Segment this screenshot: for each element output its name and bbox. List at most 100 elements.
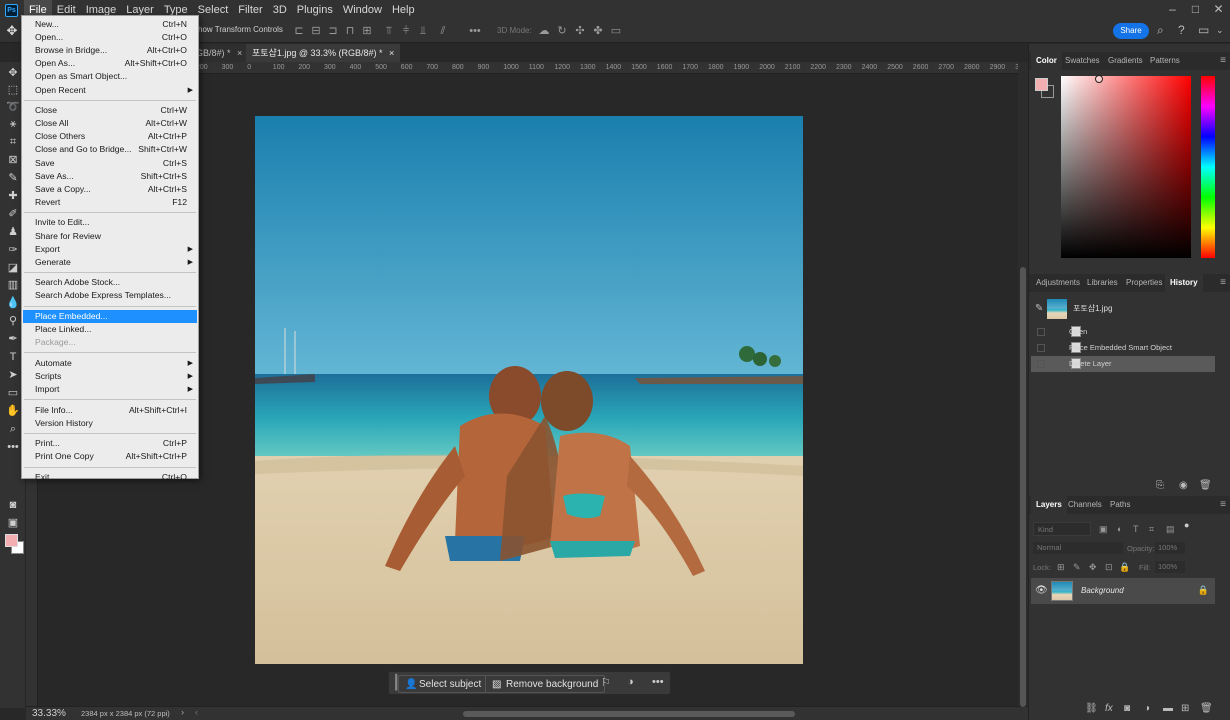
file-menu-item-version-history[interactable]: Version History <box>23 417 197 430</box>
file-menu-item-print[interactable]: Print... Ctrl+P <box>23 437 197 450</box>
pen-tool-icon[interactable]: ✒ <box>6 332 20 346</box>
file-menu-item-open-as-smart-object[interactable]: Open as Smart Object... <box>23 70 197 83</box>
search-icon[interactable]: ⌕ <box>1157 23 1164 38</box>
tab-close-icon[interactable]: × <box>237 48 242 58</box>
distribute-bottom-icon[interactable]: ⫫ <box>417 25 429 37</box>
tab-document-2[interactable]: 포토샵1.jpg @ 33.3% (RGB/8#) * × <box>246 44 401 62</box>
file-menu-item-invite-to-edit[interactable]: Invite to Edit... <box>23 216 197 229</box>
workspace-icon[interactable]: ▭ <box>1198 23 1209 37</box>
file-menu-item-exit[interactable]: Exit Ctrl+Q <box>23 471 197 484</box>
lock-transparent-icon[interactable]: ⊞ <box>1057 562 1065 573</box>
new-document-from-state-icon[interactable]: ⎘ <box>1156 480 1164 491</box>
move-tool-icon[interactable]: ✥ <box>6 66 20 80</box>
file-menu-item-place-embedded[interactable]: Place Embedded... <box>23 310 197 323</box>
maximize-button[interactable]: □ <box>1184 0 1207 20</box>
tab-properties[interactable]: Properties <box>1121 274 1167 292</box>
file-menu-item-automate[interactable]: Automate ▶ <box>23 357 197 370</box>
show-transform-controls-label[interactable]: how Transform Controls <box>198 25 283 34</box>
file-menu-item-scripts[interactable]: Scripts ▶ <box>23 370 197 383</box>
file-menu-item-close[interactable]: Close Ctrl+W <box>23 104 197 117</box>
pan-3d-icon[interactable]: ✣ <box>574 25 586 37</box>
file-menu-item-browse-in-bridge[interactable]: Browse in Bridge... Alt+Ctrl+O <box>23 44 197 57</box>
tab-patterns[interactable]: Patterns <box>1145 52 1185 70</box>
history-checkbox[interactable] <box>1037 344 1045 352</box>
adjustment-icon[interactable]: ◑ <box>627 676 634 688</box>
document-image[interactable] <box>255 116 803 664</box>
tab-libraries[interactable]: Libraries <box>1082 274 1123 292</box>
tab-adjustments[interactable]: Adjustments <box>1031 274 1085 292</box>
file-menu-item-close-others[interactable]: Close Others Alt+Ctrl+P <box>23 130 197 143</box>
help-icon[interactable]: ? <box>1178 23 1185 37</box>
zoom-level[interactable]: 33.33% <box>32 708 66 719</box>
marquee-tool-icon[interactable]: ⬚ <box>6 83 20 97</box>
file-menu-item-open-as[interactable]: Open As... Alt+Shift+Ctrl+O <box>23 57 197 70</box>
screen-mode-icon[interactable]: ▣ <box>6 516 20 530</box>
visibility-eye-icon[interactable]: 👁 <box>1035 585 1048 596</box>
roll-3d-icon[interactable]: ↻ <box>556 25 568 37</box>
distribute-middle-icon[interactable]: ⫩ <box>400 25 412 37</box>
more-options-icon[interactable]: ••• <box>652 676 664 688</box>
dodge-tool-icon[interactable]: ⚲ <box>6 314 20 328</box>
file-menu-item-file-info[interactable]: File Info... Alt+Shift+Ctrl+I <box>23 404 197 417</box>
file-menu-item-place-linked[interactable]: Place Linked... <box>23 323 197 336</box>
object-selection-tool-icon[interactable]: ⚹ <box>6 117 20 131</box>
align-center-icon[interactable]: ⊟ <box>310 25 322 37</box>
file-menu-item-search-adobe-express-templates[interactable]: Search Adobe Express Templates... <box>23 289 197 302</box>
history-checkbox[interactable] <box>1037 360 1045 368</box>
tab-swatches[interactable]: Swatches <box>1060 52 1105 70</box>
healing-brush-tool-icon[interactable]: ✚ <box>6 189 20 203</box>
menu-plugins[interactable]: Plugins <box>292 0 338 20</box>
adjustment-layer-icon[interactable]: ◑ <box>1144 703 1150 714</box>
blend-mode-select[interactable]: Normal <box>1033 542 1123 554</box>
align-left-icon[interactable]: ⊏ <box>293 25 305 37</box>
tab-channels[interactable]: Channels <box>1063 496 1107 514</box>
link-layers-icon[interactable]: ⛓ <box>1085 703 1098 714</box>
file-menu-item-open[interactable]: Open... Ctrl+O <box>23 31 197 44</box>
gradient-tool-icon[interactable]: ▥ <box>6 278 20 292</box>
history-snapshot[interactable]: ✎ 포토샵1.jpg <box>1031 297 1215 321</box>
scrollbar-thumb[interactable] <box>1020 267 1026 707</box>
file-menu-item-close-all[interactable]: Close All Alt+Ctrl+W <box>23 117 197 130</box>
file-menu-item-revert[interactable]: Revert F12 <box>23 196 197 209</box>
pixel-filter-icon[interactable]: ▣ <box>1099 524 1108 535</box>
orbit-3d-icon[interactable]: ☁ <box>538 25 550 37</box>
tab-close-icon[interactable]: × <box>389 48 394 58</box>
lasso-tool-icon[interactable]: ➰ <box>6 100 20 114</box>
file-menu-item-import[interactable]: Import ▶ <box>23 383 197 396</box>
file-menu-item-generate[interactable]: Generate ▶ <box>23 256 197 269</box>
file-menu-item-share-for-review[interactable]: Share for Review <box>23 230 197 243</box>
history-checkbox[interactable] <box>1037 328 1045 336</box>
path-selection-tool-icon[interactable]: ➤ <box>6 368 20 382</box>
align-middle-icon[interactable]: ⊞ <box>361 25 373 37</box>
hue-slider[interactable] <box>1201 76 1215 258</box>
brush-tool-icon[interactable]: ✐ <box>6 207 20 221</box>
history-state-selected[interactable]: Delete Layer <box>1031 356 1215 372</box>
select-subject-button[interactable]: 👤 Select subject <box>398 675 489 693</box>
type-filter-icon[interactable]: T <box>1133 524 1139 534</box>
hand-tool-icon[interactable]: ✋ <box>6 404 20 418</box>
lock-all-icon[interactable]: 🔒 <box>1119 562 1130 573</box>
more-options-icon[interactable]: ••• <box>469 25 481 37</box>
panel-menu-icon[interactable]: ≡ <box>1220 499 1226 510</box>
trash-icon[interactable]: 🗑 <box>1199 480 1212 491</box>
filter-toggle-icon[interactable]: ● <box>1184 520 1189 530</box>
distribute-left-icon[interactable]: ⫽ <box>437 25 449 37</box>
panel-menu-icon[interactable]: ≡ <box>1220 55 1226 66</box>
menu-3d[interactable]: 3D <box>268 0 292 20</box>
tab-layers[interactable]: Layers <box>1031 496 1067 514</box>
file-menu-item-save[interactable]: Save Ctrl+S <box>23 157 197 170</box>
tab-paths[interactable]: Paths <box>1105 496 1135 514</box>
horizontal-scrollbar[interactable] <box>463 711 795 717</box>
panel-menu-icon[interactable]: ≡ <box>1220 277 1226 288</box>
distribute-top-icon[interactable]: ⫪ <box>383 25 395 37</box>
align-top-icon[interactable]: ⊓ <box>344 25 356 37</box>
lock-pixels-icon[interactable]: ✎ <box>1073 562 1081 573</box>
fx-icon[interactable]: fx <box>1105 703 1113 714</box>
lock-position-icon[interactable]: ✥ <box>1089 562 1097 573</box>
eraser-tool-icon[interactable]: ◪ <box>6 261 20 275</box>
share-button[interactable]: Share <box>1113 23 1149 39</box>
trash-icon[interactable]: 🗑 <box>1200 703 1213 714</box>
file-menu-item-export[interactable]: Export ▶ <box>23 243 197 256</box>
color-picker-cursor[interactable] <box>1095 75 1103 83</box>
crop-tool-icon[interactable]: ⌗ <box>6 135 20 149</box>
